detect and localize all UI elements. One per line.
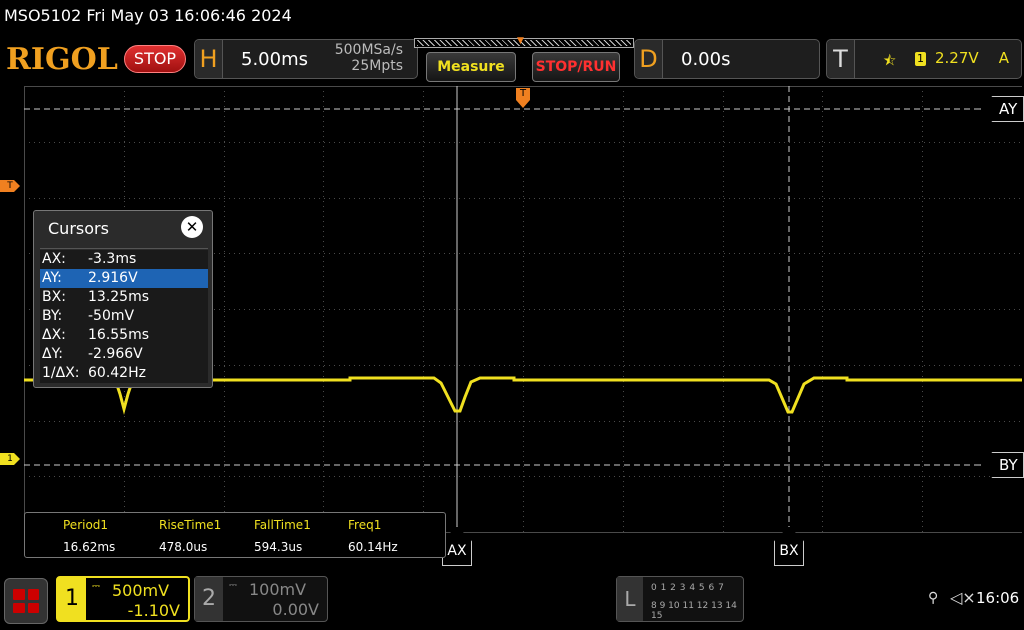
close-icon[interactable]: ✕ <box>181 216 203 238</box>
acquisition-info: 500MSa/s 25Mpts <box>335 42 403 74</box>
channel-1-offset: -1.10V <box>127 601 180 620</box>
device-title: MSO5102 Fri May 03 16:06:46 2024 <box>4 6 292 25</box>
cursor-row-ax[interactable]: AX: -3.3ms <box>40 250 208 269</box>
cursor-label: ΔY: <box>42 346 63 362</box>
memory-position-bar[interactable]: ▼ <box>414 36 634 48</box>
cursor-value: -50mV <box>88 308 135 324</box>
measurement-frequency: Freq1 60.14Hz <box>348 513 444 557</box>
menu-grid-icon <box>13 589 39 613</box>
delay-letter: D <box>635 40 663 78</box>
ch1-ground-marker[interactable]: 1 <box>0 453 20 465</box>
cursor-row-delta-x[interactable]: ΔX: 16.55ms <box>40 326 208 345</box>
cursor-readout-list: AX: -3.3ms AY: 2.916V BX: 13.25ms BY: -50mV … <box>40 248 208 383</box>
cursor-label: AY: <box>42 270 62 286</box>
trigger-settings[interactable]: T ⯪ 1 2.27V A <box>826 39 1022 79</box>
trigger-sweep-mode: A <box>998 49 1009 67</box>
measurement-name: Period1 <box>63 518 109 532</box>
trigger-position-icon: ▼ <box>517 36 524 46</box>
memory-depth: 25Mpts <box>351 58 403 74</box>
cursor-label: AX: <box>42 251 66 267</box>
measure-button[interactable]: Measure <box>426 52 516 82</box>
main-menu-button[interactable] <box>4 578 48 624</box>
channel-1-number: 1 <box>58 578 86 620</box>
measurement-name: RiseTime1 <box>159 518 222 532</box>
stop-run-button[interactable]: STOP/RUN <box>532 52 620 82</box>
cursor-row-by[interactable]: BY: -50mV <box>40 307 208 326</box>
title-bar: MSO5102 Fri May 03 16:06:46 2024 <box>0 0 1024 34</box>
measurement-value: 594.3us <box>254 540 303 554</box>
trigger-letter: T <box>827 40 855 78</box>
sample-rate: 500MSa/s <box>334 42 403 58</box>
cursor-label: BX: <box>42 289 66 305</box>
cursor-row-bx[interactable]: BX: 13.25ms <box>40 288 208 307</box>
cursor-label: 1/ΔX: <box>42 365 80 381</box>
trigger-level-value: 2.27V <box>935 49 979 67</box>
cursor-value: -3.3ms <box>88 251 137 267</box>
measurement-value: 478.0us <box>159 540 208 554</box>
clock-time: 16:06 <box>976 589 1020 607</box>
delay-value: 0.00s <box>681 49 731 70</box>
cursor-panel: Cursors ✕ AX: -3.3ms AY: 2.916V BX: 13.25ms… <box>33 210 213 388</box>
measurement-value: 16.62ms <box>63 540 116 554</box>
cursor-value: 16.55ms <box>88 327 150 343</box>
rising-edge-icon: ⯪ <box>883 53 897 69</box>
cursor-value: 2.916V <box>88 270 138 286</box>
measurement-name: FallTime1 <box>254 518 311 532</box>
measurement-name: Freq1 <box>348 518 382 532</box>
channel-2-scale: 100mV <box>249 580 307 599</box>
timebase-value: 5.00ms <box>241 49 308 70</box>
cursor-label: BY: <box>42 308 63 324</box>
cursor-row-inverse-delta-x[interactable]: 1/ΔX: 60.42Hz <box>40 364 208 383</box>
memory-window <box>417 40 631 46</box>
cursor-row-delta-y[interactable]: ΔY: -2.966V <box>40 345 208 364</box>
measurement-panel[interactable]: Period1 16.62ms RiseTime1 478.0us FallTi… <box>24 512 446 558</box>
measurement-rise-time: RiseTime1 478.0us <box>159 513 255 557</box>
digital-channels-row-2: 8 9 10 11 12 13 14 15 <box>651 601 737 621</box>
usb-icon: ⚲ <box>928 590 939 606</box>
logic-analyzer-settings[interactable]: L 0 1 2 3 4 5 6 7 8 9 10 11 12 13 14 15 <box>616 576 744 622</box>
channel-2-number: 2 <box>195 577 223 621</box>
rigol-logo: RIGOL <box>6 42 118 77</box>
cursor-value: 60.42Hz <box>88 365 146 381</box>
measurement-fall-time: FallTime1 594.3us <box>254 513 350 557</box>
speaker-muted-icon[interactable]: ◁× <box>950 588 976 607</box>
horizontal-settings[interactable]: H 5.00ms 500MSa/s 25Mpts <box>194 39 418 79</box>
cursor-panel-title: Cursors <box>48 219 109 238</box>
measurement-value: 60.14Hz <box>348 540 398 554</box>
channel-2-offset: 0.00V <box>272 600 319 619</box>
delay-settings[interactable]: D 0.00s <box>634 39 820 79</box>
bottom-status-bar: 1 ⎓ 500mV -1.10V 2 ⎓ 100mV 0.00V L 0 1 2… <box>0 572 1024 630</box>
horizontal-letter: H <box>195 40 223 78</box>
channel-2-settings[interactable]: 2 ⎓ 100mV 0.00V <box>194 576 328 622</box>
cursor-value: -2.966V <box>88 346 143 362</box>
channel-1-settings[interactable]: 1 ⎓ 500mV -1.10V <box>56 576 190 622</box>
dc-coupling-icon: ⎓ <box>229 580 237 591</box>
channel-1-scale: 500mV <box>112 581 170 600</box>
cursor-row-ay[interactable]: AY: 2.916V <box>40 269 208 288</box>
cursor-label: ΔX: <box>42 327 66 343</box>
dc-coupling-icon: ⎓ <box>92 581 100 592</box>
trigger-level-marker[interactable]: T <box>0 180 20 192</box>
digital-channels-row-1: 0 1 2 3 4 5 6 7 <box>651 583 725 593</box>
cursor-value: 13.25ms <box>88 289 150 305</box>
measurement-period: Period1 16.62ms <box>63 513 159 557</box>
run-state-badge[interactable]: STOP <box>124 45 186 73</box>
logic-analyzer-letter: L <box>617 577 643 621</box>
trigger-source-badge: 1 <box>915 52 926 66</box>
